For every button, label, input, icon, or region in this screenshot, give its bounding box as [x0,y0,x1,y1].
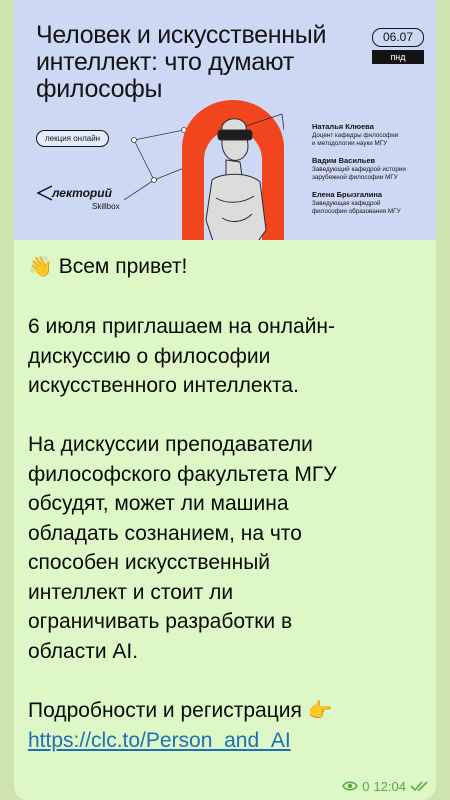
views-count: 0 [362,778,370,794]
details-line: Подробности и регистрация 👉 https://clc.t… [28,696,423,756]
statue-illustration [182,100,284,240]
greeting-line: 👋 Всем привет! [28,252,423,283]
speaker-name: Наталья Клюева [312,122,374,131]
poster-date-value: 06.07 [372,28,424,47]
paragraph-description: На дискуссии преподаватели философского … [28,433,337,663]
speaker-role: Заведующий кафедрой истории зарубежной ф… [312,166,406,181]
message-time: 12:04 [373,778,406,794]
speaker-item: Елена Брызгалина Заведующая кафедрой фил… [312,190,432,216]
message-meta: 0 12:04 [342,778,430,794]
event-poster-image[interactable]: Человек и искусственный интеллект: что д… [14,0,436,240]
waving-hand-icon: 👋 [28,256,53,278]
speaker-name: Вадим Васильев [312,156,376,165]
pointing-right-icon: 👉 [307,699,333,722]
speakers-list: Наталья Клюева Доцент кафедры философии … [312,122,432,224]
speaker-item: Вадим Васильев Заведующий кафедрой истор… [312,156,432,182]
speaker-name: Елена Брызгалина [312,190,383,199]
paragraph-invitation: 6 июля приглашаем на онлайн- дискуссию о… [28,315,336,397]
poster-weekday: пнд [372,50,424,64]
skillbox-lectorium-logo: лекторий Skillbox [36,185,126,216]
speaker-role: Заведующая кафедрой философии образовани… [312,200,401,215]
logo-main-text: лекторий [52,186,112,200]
poster-date: 06.07 пнд [372,28,424,64]
double-check-icon [410,781,428,792]
greeting-text: Всем привет! [58,255,188,278]
message-text: 👋 Всем привет! 6 июля приглашаем на онла… [28,252,423,756]
details-text: Подробности и регистрация [28,698,302,722]
poster-tag: лекция онлайн [36,130,110,147]
registration-link[interactable]: https://clc.to/Person_and_AI [28,729,291,752]
speaker-role: Доцент кафедры философии и методологии н… [312,132,399,147]
eye-icon [342,781,359,791]
speaker-item: Наталья Клюева Доцент кафедры философии … [312,122,432,148]
logo-sub-text: Skillbox [92,202,120,211]
poster-title: Человек и искусственный интеллект: что д… [36,21,327,103]
